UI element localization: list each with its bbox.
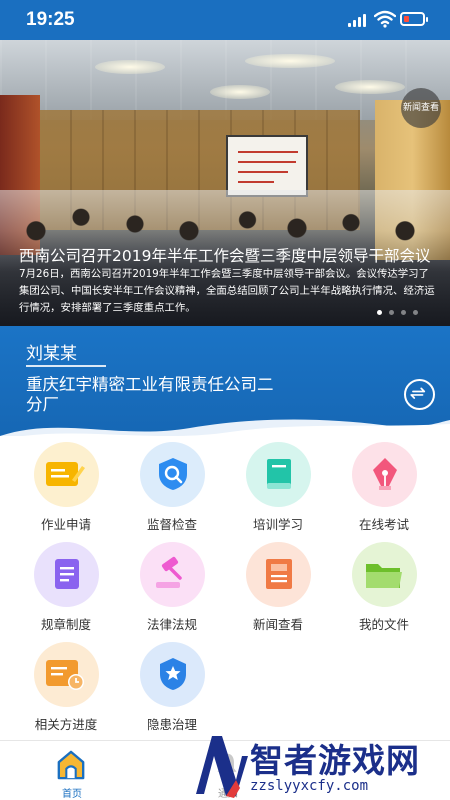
battery-icon bbox=[400, 12, 428, 26]
banner-title: 西南公司召开2019年半年工作会暨三季度中层领导干部会议 bbox=[19, 247, 431, 265]
grid-item-label: 新闻查看 bbox=[252, 617, 303, 632]
grid-item-label: 法律法规 bbox=[146, 617, 197, 632]
carousel-dot[interactable] bbox=[389, 310, 394, 315]
news-banner[interactable]: 新闻查看 西南公司召开2019年半年工作会暨三季度中层领导干部会议 7月26日，… bbox=[0, 40, 450, 326]
company-name: 重庆红宇精密工业有限责任公司二分厂 bbox=[26, 375, 274, 414]
grid-item-related-progress[interactable]: 相关方进度 bbox=[16, 636, 116, 736]
grid-item-label: 监督检查 bbox=[146, 517, 197, 532]
carousel-dot[interactable] bbox=[377, 310, 382, 315]
folder-icon bbox=[366, 564, 402, 588]
newspaper-icon bbox=[266, 559, 292, 589]
grid-item-online-exam[interactable]: 在线考试 bbox=[334, 436, 434, 536]
carousel-dots[interactable] bbox=[377, 310, 447, 318]
wave-divider bbox=[0, 419, 450, 436]
grid-item-my-files[interactable]: 我的文件 bbox=[334, 536, 434, 636]
grid-item-label: 我的文件 bbox=[358, 617, 409, 632]
grid-item-work-application[interactable]: 作业申请 bbox=[16, 436, 116, 536]
tab-label: 首页 bbox=[62, 789, 82, 800]
shield-search-icon bbox=[159, 458, 187, 490]
banner-summary: 7月26日，西南公司召开2019年半年工作会暨三季度中层领导干部会议。会议传达学… bbox=[19, 268, 435, 314]
carousel-dot[interactable] bbox=[413, 310, 418, 315]
name-underline bbox=[26, 365, 106, 367]
progress-clock-icon bbox=[46, 660, 84, 690]
status-time: 19:25 bbox=[26, 9, 75, 30]
user-name: 刘某某 bbox=[26, 344, 77, 364]
grid-item-label: 在线考试 bbox=[358, 517, 409, 532]
watermark-title: 智者游戏网 bbox=[250, 741, 420, 780]
grid-item-news[interactable]: 新闻查看 bbox=[228, 536, 328, 636]
tab-home[interactable]: 首页 bbox=[40, 745, 100, 800]
grid-item-supervision[interactable]: 监督检查 bbox=[122, 436, 222, 536]
switch-arrows-icon[interactable] bbox=[404, 379, 435, 410]
book-icon bbox=[267, 459, 291, 489]
carousel-dot[interactable] bbox=[401, 310, 406, 315]
badge-star-icon bbox=[160, 658, 186, 690]
projector-screen bbox=[226, 135, 308, 197]
gavel-icon bbox=[156, 556, 182, 588]
document-list-icon bbox=[55, 559, 79, 589]
form-edit-icon bbox=[46, 462, 85, 486]
watermark-logo bbox=[196, 736, 248, 798]
grid-item-label: 规章制度 bbox=[40, 617, 91, 632]
grid-item-hazard[interactable]: 隐患治理 bbox=[122, 636, 222, 736]
grid-item-regulations[interactable]: 规章制度 bbox=[16, 536, 116, 636]
pen-nib-icon bbox=[373, 458, 397, 490]
news-view-badge[interactable]: 新闻查看 bbox=[401, 88, 441, 128]
wifi-icon bbox=[374, 10, 396, 28]
grid-item-label: 作业申请 bbox=[40, 517, 91, 532]
grid-item-label: 相关方进度 bbox=[34, 717, 98, 732]
signal-icon bbox=[348, 13, 368, 27]
grid-item-laws[interactable]: 法律法规 bbox=[122, 536, 222, 636]
watermark: 智者游戏网 zzslyyxcfy.com bbox=[190, 730, 450, 800]
status-bar: 19:25 bbox=[0, 0, 450, 40]
watermark-url: zzslyyxcfy.com bbox=[250, 778, 369, 794]
grid-item-label: 培训学习 bbox=[252, 517, 303, 532]
grid-item-training[interactable]: 培训学习 bbox=[228, 436, 328, 536]
feature-grid: 作业申请 监督检查 培训学习 在线考试 规章制度 法律法规 新闻查看 我的文件 … bbox=[0, 436, 450, 740]
home-icon bbox=[57, 750, 85, 780]
profile-card: 刘某某 重庆红宇精密工业有限责任公司二分厂 bbox=[0, 326, 450, 436]
